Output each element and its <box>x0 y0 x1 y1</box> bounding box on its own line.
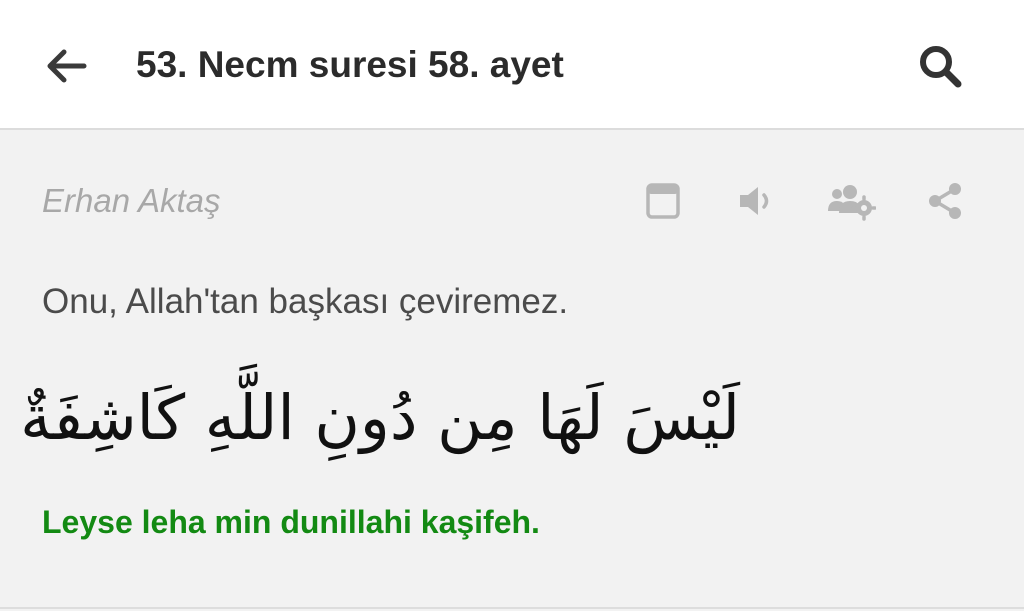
book-icon <box>646 183 680 219</box>
play-audio-button[interactable] <box>732 176 782 226</box>
users-settings-icon <box>828 185 876 221</box>
speaker-icon <box>740 187 769 215</box>
page-title: 53. Necm suresi 58. ayet <box>136 44 564 85</box>
share-icon <box>929 183 961 219</box>
verse-transliteration: Leyse leha min dunillahi kaşifeh. <box>42 504 540 540</box>
verse-arabic: لَيْسَ لَهَا مِن دُونِ اللَّهِ كَاشِفَةٌ <box>20 381 740 454</box>
verse-actions <box>630 176 980 226</box>
read-button[interactable] <box>638 176 688 226</box>
back-button[interactable] <box>38 40 94 92</box>
top-app-bar: 53. Necm suresi 58. ayet <box>0 0 1024 130</box>
app-screen: 53. Necm suresi 58. ayet Erhan Aktaş Onu… <box>0 0 1024 611</box>
translators-settings-button[interactable] <box>826 176 876 226</box>
search-icon <box>920 46 962 88</box>
verse-translation: Onu, Allah'tan başkası çeviremez. <box>42 282 569 321</box>
search-button[interactable] <box>912 38 968 94</box>
translator-name: Erhan Aktaş <box>42 182 221 219</box>
divider <box>0 607 1024 609</box>
arrow-left-icon <box>47 49 87 83</box>
verse-card: Erhan Aktaş Onu, Allah'tan başkası çevir… <box>0 132 1024 607</box>
share-button[interactable] <box>920 176 970 226</box>
